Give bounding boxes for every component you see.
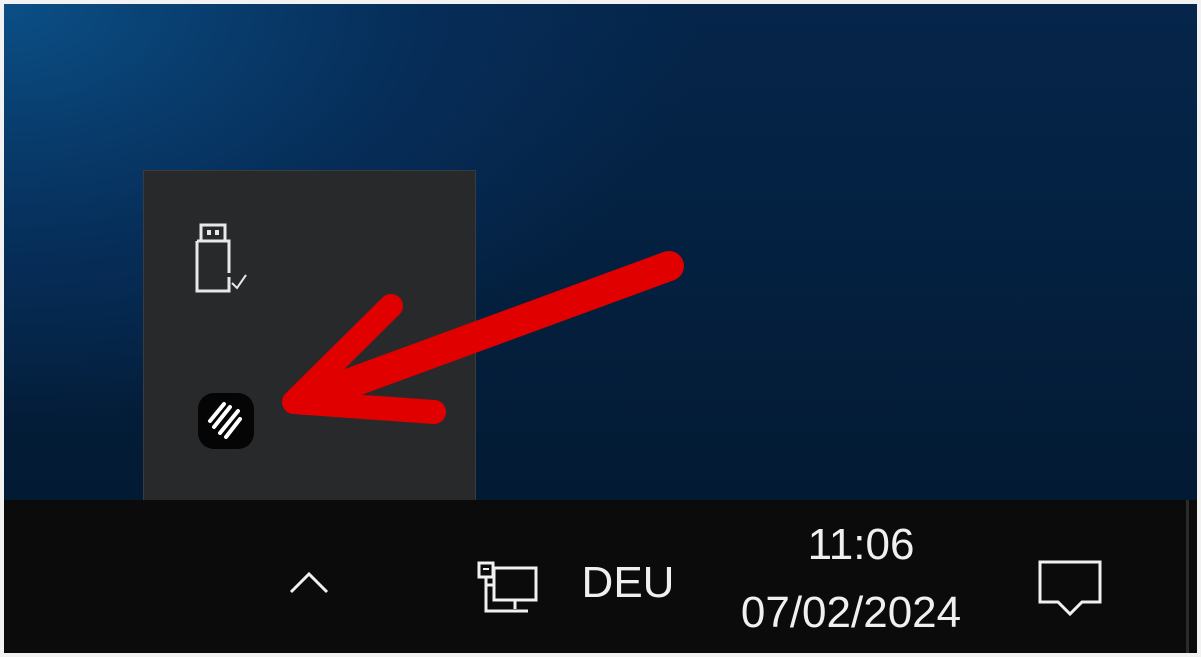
show-hidden-icons-button[interactable] [274,558,344,608]
usb-safely-remove-icon[interactable] [180,219,260,299]
wired-network-icon [477,561,538,613]
app-tray-icon[interactable] [186,381,266,461]
network-icon-button[interactable] [466,554,546,624]
tray-overflow-panel [143,170,476,502]
action-center-icon [1038,560,1102,617]
chevron-up-icon [289,571,329,594]
input-language-indicator[interactable]: DEU [578,558,678,608]
taskbar-clock[interactable]: 11:06 07/02/2024 [716,518,986,648]
clock-date: 07/02/2024 [740,588,962,637]
action-center-button[interactable] [1026,550,1114,630]
screenshot-frame: DEU 11:06 07/02/2024 [0,0,1201,657]
taskbar: DEU 11:06 07/02/2024 [4,500,1197,653]
clock-time: 11:06 [807,520,915,569]
show-desktop-button[interactable] [1186,500,1189,653]
